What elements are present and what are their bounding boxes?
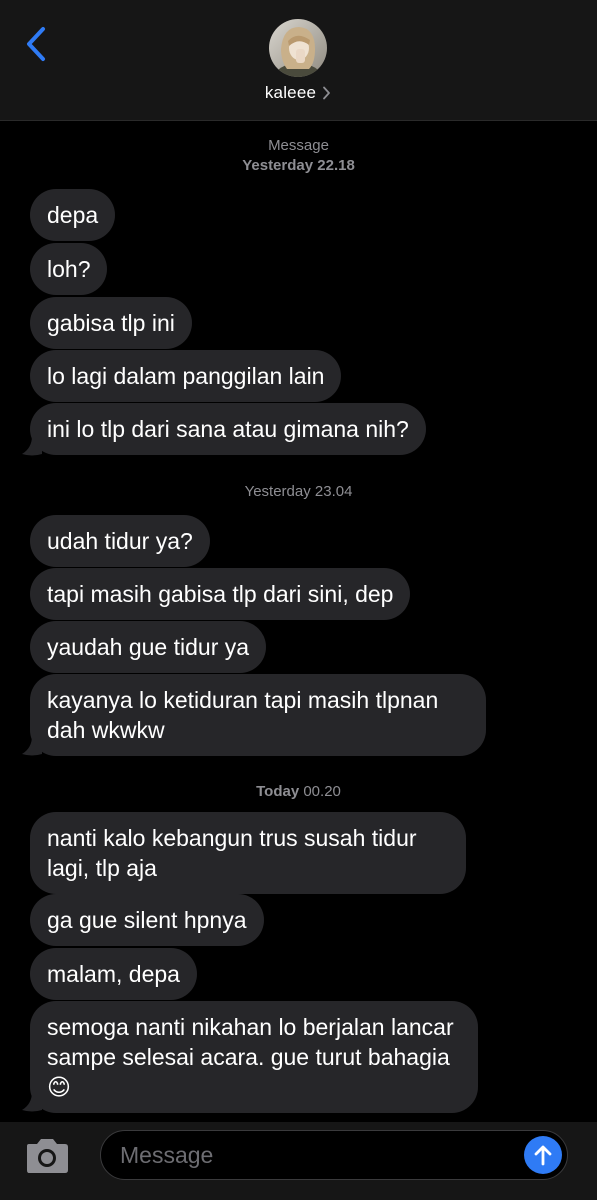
message-input[interactable]: Message [100, 1130, 568, 1180]
message-text: gabisa tlp ini [47, 310, 175, 336]
bubble-tail [22, 736, 42, 756]
message-bubble[interactable]: tapi masih gabisa tlp dari sini, dep [30, 568, 411, 620]
bubble-tail [22, 436, 42, 456]
message-bubble[interactable]: udah tidur ya? [30, 515, 210, 567]
message-text: yaudah gue tidur ya [47, 634, 250, 660]
timestamp-day: Today [256, 783, 300, 800]
conversation-header: kaleee [0, 0, 597, 121]
message-bubble[interactable]: semoga nanti nikahan lo berjalan lancar … [30, 1001, 478, 1113]
message-bubble[interactable]: lo lagi dalam panggilan lain [30, 350, 342, 402]
camera-button[interactable] [22, 1136, 72, 1176]
message-text: malam, depa [47, 961, 180, 987]
message-bubble[interactable]: loh? [30, 243, 108, 295]
message-bubble[interactable]: gabisa tlp ini [30, 297, 192, 349]
service-label: Message [268, 137, 329, 154]
message-bubble[interactable]: malam, depa [30, 948, 197, 1000]
message-bubble[interactable]: depa [30, 189, 116, 241]
message-input-placeholder: Message [120, 1142, 214, 1168]
arrow-up-icon [534, 1145, 552, 1166]
back-button[interactable] [16, 22, 56, 66]
message-bubble[interactable]: yaudah gue tidur ya [30, 621, 267, 673]
message-text: ini lo tlp dari sana atau gimana nih? [47, 416, 409, 442]
timestamp: Yesterday 22.18 [0, 157, 597, 175]
camera-icon [27, 1139, 68, 1173]
message-text: tapi masih gabisa tlp dari sini, dep [47, 581, 394, 607]
message-text: nanti kalo kebangun trus susah tidur lag… [47, 825, 417, 881]
message-text: loh? [47, 256, 91, 282]
timestamp: Yesterday 23.04 [0, 483, 597, 501]
composer-bar: Message [0, 1122, 597, 1200]
chevron-right-icon [322, 86, 332, 100]
timestamp: Today 00.20 [0, 783, 597, 801]
timestamp-text: Yesterday 22.18 [242, 157, 355, 174]
message-text: ga gue silent hpnya [47, 907, 247, 933]
message-text: lo lagi dalam panggilan lain [47, 363, 325, 389]
message-bubble[interactable]: ini lo tlp dari sana atau gimana nih? [30, 403, 426, 455]
timestamp-text: 00.20 [299, 783, 341, 800]
chevron-left-icon [27, 27, 45, 61]
message-bubble[interactable]: kayanya lo ketiduran tapi masih tlpnan d… [30, 674, 486, 756]
timestamp-text: Yesterday 23.04 [244, 483, 353, 500]
bubble-tail [22, 1092, 42, 1112]
message-text: depa [47, 202, 99, 228]
smiling-face-emoji: 😊 [47, 1074, 71, 1100]
message-text: semoga nanti nikahan lo berjalan lancar … [47, 1014, 454, 1070]
avatar-photo [269, 19, 327, 77]
contact-name-button[interactable]: kaleee [0, 83, 597, 103]
message-bubble[interactable]: nanti kalo kebangun trus susah tidur lag… [30, 812, 466, 894]
message-text: udah tidur ya? [47, 528, 193, 554]
message-bubble[interactable]: ga gue silent hpnya [30, 894, 264, 946]
message-text: kayanya lo ketiduran tapi masih tlpnan d… [47, 687, 439, 743]
send-button[interactable] [524, 1136, 562, 1174]
contact-avatar[interactable] [269, 19, 327, 77]
contact-name: kaleee [264, 83, 317, 102]
